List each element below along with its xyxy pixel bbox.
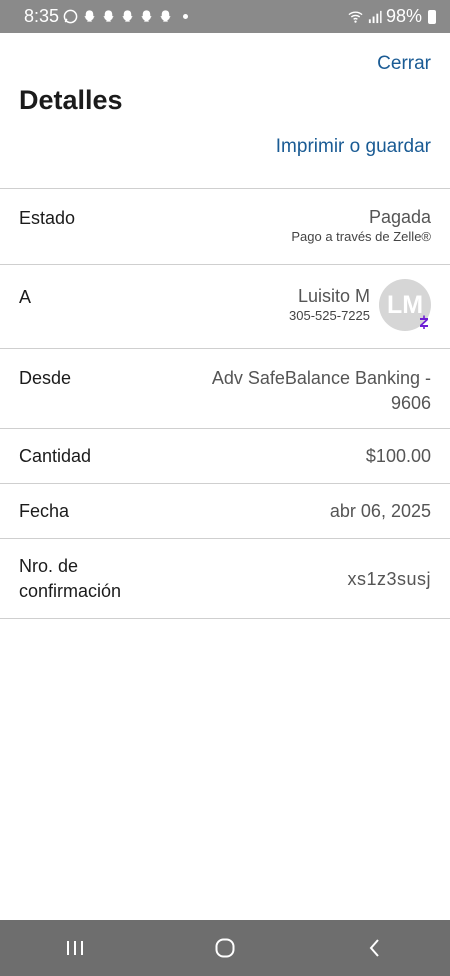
snapchat-icon <box>160 10 171 22</box>
status-bar-left: 8:35 <box>24 6 189 27</box>
status-time: 8:35 <box>24 6 60 26</box>
whatsapp-icon <box>63 9 78 24</box>
wifi-icon <box>348 11 363 23</box>
recipient-phone: 305-525-7225 <box>289 308 370 323</box>
system-nav-bar <box>0 920 450 976</box>
notification-dot-icon <box>183 14 189 19</box>
recipient-label: A <box>19 287 32 307</box>
detail-row-from: Desde Adv SafeBalance Banking - 9606 <box>0 349 450 429</box>
status-bar: 8:35 98% <box>0 0 450 33</box>
from-label: Desde <box>19 368 72 388</box>
amount-label: Cantidad <box>19 446 92 466</box>
recipient-name: Luisito M <box>297 286 370 306</box>
status-label: Estado <box>19 208 76 228</box>
status-value-group: Pagada Pago a través de Zelle® <box>291 206 431 246</box>
from-account-value: Adv SafeBalance Banking - 9606 <box>211 368 431 413</box>
page-title: Detalles <box>19 85 123 115</box>
recents-icon <box>67 941 83 955</box>
battery-icon <box>428 9 436 24</box>
detail-row-date: Fecha abr 06, 2025 <box>0 484 450 539</box>
detail-row-recipient: A Luisito M 305-525-7225 LM <box>0 265 450 349</box>
snapchat-icon <box>103 10 114 22</box>
home-button[interactable] <box>195 928 255 968</box>
snapchat-icon <box>141 10 152 22</box>
date-label: Fecha <box>19 501 70 521</box>
recents-button[interactable] <box>45 928 105 968</box>
status-value: Pagada <box>368 207 431 227</box>
detail-row-status: Estado Pagada Pago a través de Zelle® <box>0 189 450 265</box>
status-bar-right: 98% <box>348 6 436 27</box>
confirmation-number: xs1z3susj <box>347 569 431 589</box>
detail-row-amount: Cantidad $100.00 <box>0 429 450 484</box>
battery-percent: 98% <box>385 6 422 26</box>
date-value: abr 06, 2025 <box>329 501 431 521</box>
print-or-save-button[interactable]: Imprimir o guardar <box>276 136 431 158</box>
confirmation-label: Nro. de confirmación <box>19 556 122 601</box>
back-icon <box>369 939 379 957</box>
back-button[interactable] <box>345 928 405 968</box>
amount-value: $100.00 <box>365 446 431 466</box>
home-icon <box>215 938 235 958</box>
detail-row-confirmation: Nro. de confirmación xs1z3susj <box>0 539 450 619</box>
payment-method-text: Pago a través de Zelle® <box>291 229 431 244</box>
transaction-details-screen: Cerrar Detalles Imprimir o guardar Estad… <box>0 33 450 920</box>
snapchat-icon <box>122 10 133 22</box>
zelle-icon <box>417 315 431 331</box>
details-list: Estado Pagada Pago a través de Zelle® A … <box>0 188 450 619</box>
signal-icon <box>368 10 382 24</box>
close-button[interactable]: Cerrar <box>377 53 431 75</box>
snapchat-icon <box>84 10 95 22</box>
recipient-value-group: Luisito M 305-525-7225 <box>289 285 370 325</box>
